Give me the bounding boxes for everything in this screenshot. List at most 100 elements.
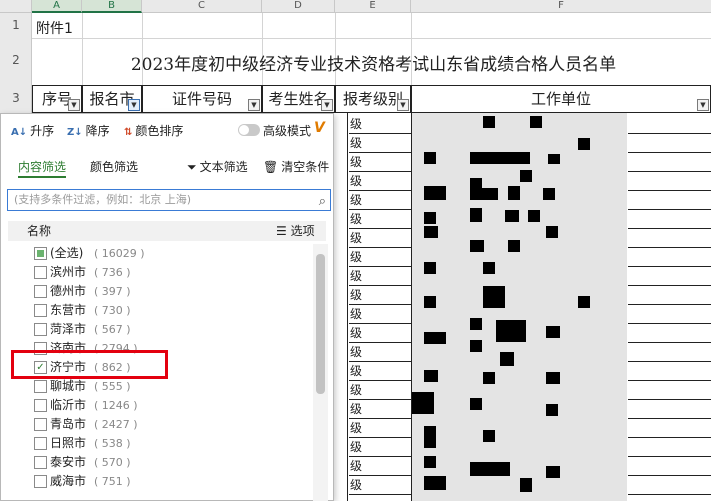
level-cell[interactable]: 级 xyxy=(349,267,411,286)
clear-conditions-label: 清空条件 xyxy=(281,160,330,174)
filter-dropdown-icon[interactable]: ▼ xyxy=(697,99,709,111)
filter-search-input[interactable]: (支持多条件过滤，例如：北京 上海) ⌕ xyxy=(7,189,331,211)
level-cell[interactable]: 级 xyxy=(349,457,411,476)
level-cell[interactable]: 级 xyxy=(349,381,411,400)
checkbox[interactable] xyxy=(34,266,47,279)
redaction-block xyxy=(470,208,482,222)
level-cell[interactable]: 级 xyxy=(349,400,411,419)
level-cell[interactable]: 级 xyxy=(349,324,411,343)
filter-dropdown-icon[interactable]: ▼ xyxy=(68,99,80,111)
filter-value-item[interactable]: (全选) ( 16029 ) xyxy=(8,244,313,263)
sort-ascending-label: 升序 xyxy=(30,124,55,138)
cell-a1[interactable]: 附件1 xyxy=(36,18,73,38)
level-cell[interactable]: 级 xyxy=(349,210,411,229)
filter-value-count: ( 2427 ) xyxy=(94,418,138,431)
column-header-b[interactable]: B xyxy=(82,0,142,13)
filter-value-item[interactable]: 临沂市 ( 1246 ) xyxy=(8,396,313,415)
filter-panel[interactable]: A↓ 升序 Z↓ 降序 ⇅ 颜色排序 高级模式 V 内容筛选 颜色筛选 ⏷ 文本筛选 🗑… xyxy=(0,113,334,501)
header-cell-serial[interactable]: 序号 ▼ xyxy=(32,85,82,113)
column-header-c[interactable]: C xyxy=(142,0,262,13)
checkbox[interactable] xyxy=(34,418,47,431)
column-header-f[interactable]: F xyxy=(411,0,711,13)
filter-value-item[interactable]: 日照市 ( 538 ) xyxy=(8,434,313,453)
filter-value-item[interactable]: 菏泽市 ( 567 ) xyxy=(8,320,313,339)
filter-value-item[interactable]: 滨州市 ( 736 ) xyxy=(8,263,313,282)
sheet-title[interactable]: 2023年度初中级经济专业技术资格考试山东省成绩合格人员名单 xyxy=(36,50,711,75)
filter-value-name: 青岛市 xyxy=(50,417,87,431)
sort-ascending-icon: A↓ xyxy=(11,127,28,138)
sort-toolbar: A↓ 升序 Z↓ 降序 ⇅ 颜色排序 高级模式 V xyxy=(1,114,333,146)
filter-dropdown-icon[interactable]: ▼ xyxy=(397,99,409,111)
level-cell[interactable]: 级 xyxy=(349,229,411,248)
scrollbar-thumb[interactable] xyxy=(316,254,325,394)
redaction-block xyxy=(496,320,526,342)
filter-value-name: 聊城市 xyxy=(50,379,87,393)
filter-value-item[interactable]: 泰安市 ( 570 ) xyxy=(8,453,313,472)
filter-dropdown-icon[interactable]: ▼ xyxy=(248,99,260,111)
list-scrollbar[interactable] xyxy=(313,244,328,501)
filter-value-item[interactable]: 聊城市 ( 555 ) xyxy=(8,377,313,396)
checkbox[interactable] xyxy=(34,304,47,317)
level-cell[interactable]: 级 xyxy=(349,419,411,438)
row-number[interactable]: 3 xyxy=(0,91,32,105)
filter-value-item[interactable]: 德州市 ( 397 ) xyxy=(8,282,313,301)
level-cell[interactable]: 级 xyxy=(349,153,411,172)
level-cell[interactable]: 级 xyxy=(349,343,411,362)
checkbox[interactable] xyxy=(34,456,47,469)
header-cell-name[interactable]: 考生姓名 ▼ xyxy=(262,85,335,113)
filter-value-name: 滨州市 xyxy=(50,265,87,279)
redaction-block xyxy=(508,186,520,200)
level-cell[interactable]: 级 xyxy=(349,115,411,134)
sort-ascending-button[interactable]: A↓ 升序 xyxy=(11,123,54,139)
row-number[interactable]: 1 xyxy=(0,18,32,32)
column-header-e[interactable]: E xyxy=(335,0,411,13)
redaction-block xyxy=(546,226,558,238)
tab-color-filter[interactable]: 颜色筛选 xyxy=(90,158,138,178)
level-cell[interactable]: 级 xyxy=(349,134,411,153)
row-line xyxy=(628,342,711,343)
filter-dropdown-icon[interactable]: ▼ xyxy=(321,99,333,111)
options-button[interactable]: ☰ 选项 xyxy=(276,221,315,241)
checkbox[interactable] xyxy=(34,399,47,412)
level-cell[interactable]: 级 xyxy=(349,438,411,457)
filter-value-item[interactable]: 东营市 ( 730 ) xyxy=(8,301,313,320)
text-filter-button[interactable]: ⏷ 文本筛选 xyxy=(187,158,248,178)
checkbox[interactable] xyxy=(34,475,47,488)
header-cell-id[interactable]: 证件号码 ▼ xyxy=(142,85,262,113)
checkbox[interactable] xyxy=(34,437,47,450)
color-sort-button[interactable]: ⇅ 颜色排序 xyxy=(124,123,183,139)
level-cell[interactable]: 级 xyxy=(349,172,411,191)
column-header-d[interactable]: D xyxy=(262,0,335,13)
checkbox[interactable] xyxy=(34,285,47,298)
select-all-corner[interactable] xyxy=(0,0,32,13)
filter-value-name: 威海市 xyxy=(50,474,87,488)
filter-value-item[interactable]: 威海市 ( 751 ) xyxy=(8,472,313,491)
color-sort-label: 颜色排序 xyxy=(135,124,184,138)
clear-conditions-button[interactable]: 🗑 清空条件 xyxy=(263,158,329,178)
filter-dropdown-icon[interactable]: ▼ xyxy=(128,99,140,111)
advanced-mode-label[interactable]: 高级模式 xyxy=(263,123,311,139)
sort-descending-label: 降序 xyxy=(85,124,110,138)
filter-value-item[interactable]: 青岛市 ( 2427 ) xyxy=(8,415,313,434)
level-cell[interactable]: 级 xyxy=(349,305,411,324)
row-line xyxy=(628,285,711,286)
header-cell-level[interactable]: 报考级别 ▼ xyxy=(335,85,411,113)
checkbox[interactable] xyxy=(34,380,47,393)
level-cell[interactable]: 级 xyxy=(349,191,411,210)
search-icon[interactable]: ⌕ xyxy=(319,192,326,212)
level-cell[interactable]: 级 xyxy=(349,286,411,305)
row-number[interactable]: 2 xyxy=(0,53,32,67)
level-cell[interactable]: 级 xyxy=(349,362,411,381)
redaction-block xyxy=(520,170,532,182)
header-cell-city[interactable]: 报名市 ▼ xyxy=(82,85,142,113)
advanced-mode-toggle[interactable] xyxy=(238,124,260,136)
redaction-block xyxy=(424,332,446,344)
column-header-a[interactable]: A xyxy=(32,0,82,13)
header-cell-workplace[interactable]: 工作单位 ▼ xyxy=(411,85,711,113)
checkbox[interactable] xyxy=(34,323,47,336)
checkbox[interactable] xyxy=(34,247,47,260)
tab-content-filter[interactable]: 内容筛选 xyxy=(18,158,67,178)
sort-descending-button[interactable]: Z↓ 降序 xyxy=(67,123,110,139)
level-cell[interactable]: 级 xyxy=(349,248,411,267)
level-cell[interactable]: 级 xyxy=(349,476,411,495)
